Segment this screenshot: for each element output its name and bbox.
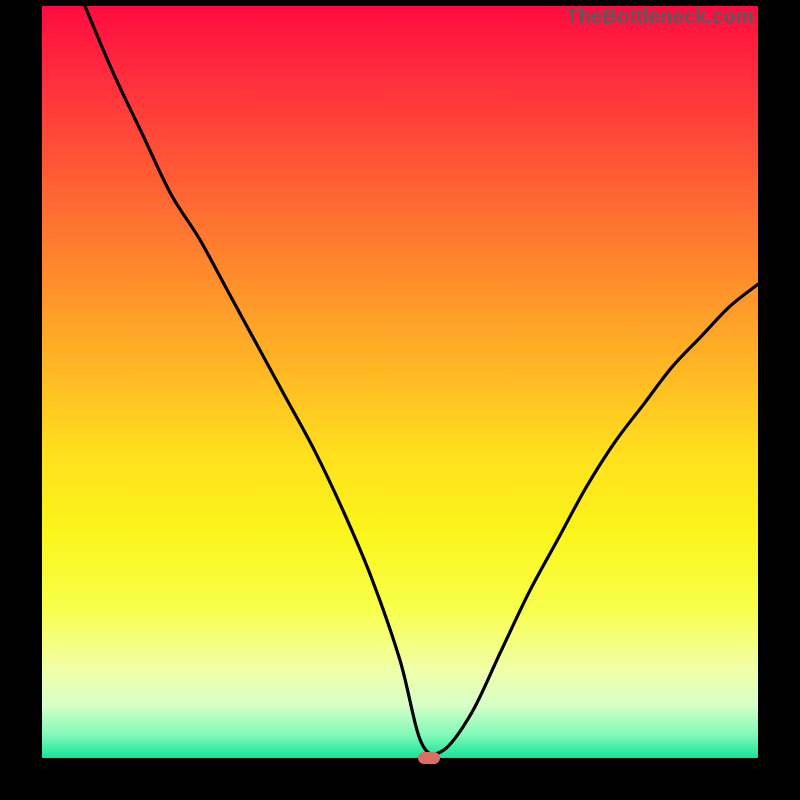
optimal-marker <box>418 752 440 764</box>
bottleneck-curve <box>42 6 758 758</box>
plot-area <box>42 6 758 758</box>
chart-frame: TheBottleneck.com <box>0 0 800 800</box>
watermark-text: TheBottleneck.com <box>566 6 754 29</box>
